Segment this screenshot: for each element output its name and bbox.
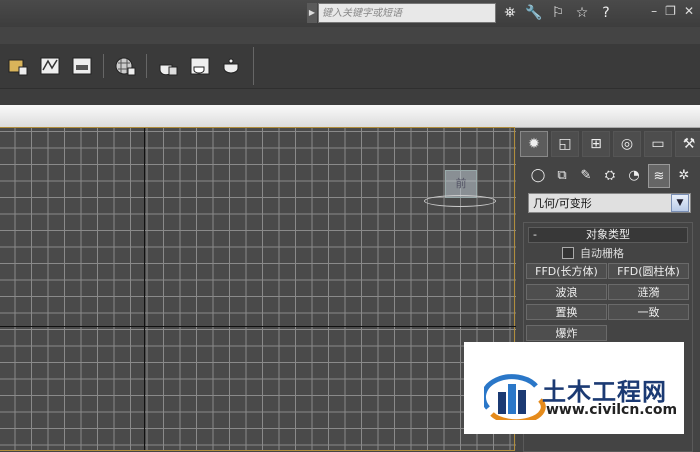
viewcube-compass-ring[interactable] [424,195,496,207]
main-toolbar [0,44,700,88]
helpers-icon[interactable]: ◔ [624,164,644,186]
favorites-star-icon[interactable]: ☆ [572,3,592,23]
schematic-view-icon [72,57,92,75]
search-expand-icon[interactable]: ▶ [307,3,317,23]
wave-button[interactable]: 波浪 [526,284,607,300]
create-tab-icon[interactable]: ✹ [520,131,548,157]
ripple-button[interactable]: 涟漪 [608,284,689,300]
civilcn-logo-icon [484,374,546,420]
scene-explorer-icon [8,59,28,76]
space-warps-icon[interactable]: ≋ [648,164,670,188]
utilities-tab-icon[interactable]: ⚒ [675,131,700,157]
grid-axis-horizontal [0,326,516,327]
watermark-url: www.civilcn.com [546,402,678,418]
category-dropdown-value: 几何/可变形 [533,197,592,210]
minimize-icon[interactable]: – [651,4,657,18]
ribbon-strip [0,88,700,106]
category-dropdown[interactable]: 几何/可变形 ▼ [528,193,691,213]
scene-explorer-button[interactable] [5,53,31,79]
render-setup-icon [159,64,178,76]
rendered-frame-icon [190,57,210,75]
chevron-down-icon[interactable]: ▼ [671,194,689,212]
cameras-icon[interactable]: ⛭ [600,164,620,186]
watermark: 土木工程网 www.civilcn.com [464,342,684,434]
restore-icon[interactable]: ❐ [665,4,676,18]
infocenter-search[interactable] [318,3,496,23]
viewcube[interactable]: 前 [445,170,477,198]
viewport-label-bar [0,105,700,128]
communication-center-icon[interactable]: ⚐ [548,3,568,23]
rollout-title: 对象类型 [586,228,630,241]
render-button[interactable] [219,53,245,79]
ffd-cylinder-button[interactable]: FFD(圆柱体) [608,263,689,279]
key-icon[interactable]: 🔧 [524,3,544,23]
curve-editor-icon [40,57,60,75]
schematic-view-button[interactable] [69,53,95,79]
display-tab-icon[interactable]: ▭ [644,131,672,157]
material-editor-button[interactable] [112,53,138,79]
rollout-header[interactable]: - 对象类型 [528,227,688,243]
modify-tab-icon[interactable]: ◱ [551,131,579,157]
binoculars-icon[interactable]: ⛯ [500,3,520,23]
hierarchy-tab-icon[interactable]: ⊞ [582,131,610,157]
render-setup-button[interactable] [155,53,181,79]
systems-icon[interactable]: ✲ [674,164,694,186]
lights-icon[interactable]: ✎ [576,164,596,186]
search-input[interactable] [319,4,495,22]
curve-editor-button[interactable] [37,53,63,79]
rendered-frame-button[interactable] [187,53,213,79]
conform-button[interactable]: 一致 [608,304,689,320]
autogrid-checkbox[interactable] [562,247,574,259]
close-icon[interactable]: ✕ [684,4,694,18]
viewport-active-border [0,127,515,451]
help-icon[interactable]: ? [596,3,616,23]
motion-tab-icon[interactable]: ◎ [613,131,641,157]
grid-axis-vertical [144,128,145,450]
render-icon [223,58,239,74]
material-editor-icon [115,57,136,76]
geometry-icon[interactable]: ◯ [528,164,548,186]
shapes-icon[interactable]: ⧉ [552,164,572,186]
autogrid-label: 自动栅格 [580,247,624,260]
displace-button[interactable]: 置换 [526,304,607,320]
title-bar: ▶ ⛯ 🔧 ⚐ ☆ ? – ❐ ✕ [0,0,700,27]
bomb-button[interactable]: 爆炸 [526,325,607,341]
ffd-box-button[interactable]: FFD(长方体) [526,263,607,279]
